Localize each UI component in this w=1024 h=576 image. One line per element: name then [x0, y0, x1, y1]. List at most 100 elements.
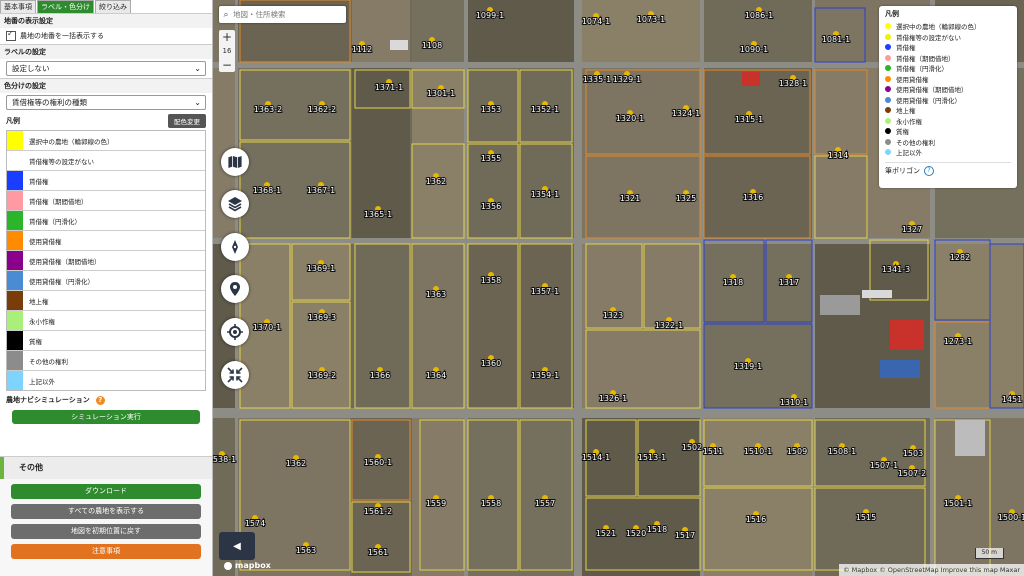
- map-attribution[interactable]: © Mapbox © OpenStreetMap Improve this ma…: [839, 564, 1024, 576]
- map-legend-label: 賃借権等の設定がない: [896, 33, 961, 42]
- field-block: [704, 244, 812, 408]
- show-all-checkbox[interactable]: [6, 29, 16, 41]
- parcel-label: 1341-3: [882, 265, 910, 274]
- legend-row: 使用貸借権（円滑化）: [7, 271, 205, 291]
- fit-bounds-button[interactable]: [221, 361, 249, 389]
- legend-row: 賃借権等の設定がない: [7, 151, 205, 171]
- help-icon[interactable]: ?: [95, 395, 105, 405]
- parcel-label: 1358: [481, 276, 501, 285]
- simulation-header: 農地ナビシミュレーション ?: [0, 391, 212, 407]
- parcel-label: 1502: [682, 443, 702, 452]
- parcel-label: 1362: [426, 177, 446, 186]
- mapbox-logo: mapbox: [224, 561, 271, 570]
- legend-label: 選択中の農地（輪郭線の色）: [29, 137, 114, 146]
- parcel-label: 1370-1: [253, 323, 281, 332]
- tab-label-color[interactable]: ラベル・色分け: [37, 0, 94, 13]
- map-legend-dot: [885, 86, 891, 93]
- map-legend-item: その他の権利: [879, 137, 1017, 148]
- parcel-label: 1073-1: [637, 15, 665, 24]
- parcel-label: 1354-1: [531, 190, 559, 199]
- download-button[interactable]: ダウンロード: [11, 484, 201, 499]
- legend-row: 使用貸借権（期間借地）: [7, 251, 205, 271]
- change-colors-button[interactable]: 配色変更: [168, 114, 206, 128]
- label-setting-select[interactable]: 設定しない ⌄: [6, 61, 206, 76]
- map-search-box[interactable]: ⌕ 地図・住所検索: [219, 6, 346, 23]
- parcel-label: 1352-1: [531, 105, 559, 114]
- legend-swatch: [7, 311, 23, 330]
- reset-map-button[interactable]: 地図を初期位置に戻す: [11, 524, 201, 539]
- field-block: [412, 244, 464, 408]
- parcel-label: 1356: [481, 202, 501, 211]
- parcel-label: 1328-1: [779, 79, 807, 88]
- mapbox-logo-icon: [224, 561, 232, 570]
- collapse-panel-button[interactable]: ◀: [219, 532, 255, 560]
- road: [464, 0, 468, 576]
- parcel-label: 1561-2: [364, 507, 392, 516]
- run-simulation-button[interactable]: シミュレーション実行: [12, 410, 200, 424]
- others-section: その他 ダウンロード すべての農地を表示する 地図を初期位置に戻す 注意事項: [0, 456, 212, 576]
- parcel-label: 1322-1: [655, 321, 683, 330]
- map-legend-dot: [885, 96, 891, 103]
- map-legend-title: 凡例: [885, 10, 899, 18]
- layers-button[interactable]: [221, 190, 249, 218]
- map-legend-item: 使用貸借権: [879, 74, 1017, 85]
- parcel-label: 1559: [426, 499, 446, 508]
- legend-swatch: [7, 171, 23, 190]
- parcel-label: 1099-1: [476, 11, 504, 20]
- polygon-toggle[interactable]: 筆ポリゴン ?: [879, 165, 1017, 176]
- parcel-label: 1081-1: [822, 35, 850, 44]
- map-legend-label: 賃借権（期間借地）: [896, 54, 955, 63]
- field-block: [468, 68, 574, 238]
- road: [574, 0, 582, 576]
- parcel-label: 1369-1: [307, 264, 335, 273]
- help-icon[interactable]: ?: [924, 165, 934, 176]
- chevron-down-icon: ⌄: [194, 98, 201, 107]
- parcel-label: 1521: [596, 529, 616, 538]
- current-location-button[interactable]: [221, 318, 249, 346]
- map-legend-item: 上記以外: [879, 147, 1017, 158]
- parcel-label: 1515: [856, 513, 876, 522]
- parcel-label: 1324-1: [672, 109, 700, 118]
- map-legend-item: 選択中の農地（輪郭線の色）: [879, 21, 1017, 32]
- parcel-label: 1508-1: [828, 447, 856, 456]
- field-block: [468, 0, 574, 62]
- legend-swatch: [7, 251, 23, 270]
- parcel-label: 1517: [675, 531, 695, 540]
- tab-filter[interactable]: 絞り込み: [95, 0, 131, 13]
- road: [700, 0, 704, 576]
- map-legend-item: 賃借権: [879, 42, 1017, 53]
- parcel-label: 1365-1: [364, 210, 392, 219]
- show-all-farmland-button[interactable]: すべての農地を表示する: [11, 504, 201, 519]
- map-legend-item: 賃借権（円滑化）: [879, 63, 1017, 74]
- legend-row: 永小作権: [7, 311, 205, 331]
- tab-basic[interactable]: 基本事項: [0, 0, 36, 13]
- map-legend-dot: [885, 128, 891, 135]
- map-legend-item: 使用貸借権（期間借地）: [879, 84, 1017, 95]
- compass-button[interactable]: [221, 233, 249, 261]
- scale-bar: 50 m: [974, 548, 1004, 559]
- color-setting-select[interactable]: 賃借権等の権利の種類 ⌄: [6, 95, 206, 110]
- building: [955, 420, 985, 456]
- legend-row: 質権: [7, 331, 205, 351]
- legend-title: 凡例: [6, 117, 20, 125]
- location-pin-button[interactable]: [221, 275, 249, 303]
- map-legend-dot: [885, 44, 891, 51]
- zoom-in-button[interactable]: +: [219, 30, 235, 44]
- map-legend-label: 選択中の農地（輪郭線の色）: [896, 23, 981, 32]
- parcel-label: 1360: [481, 359, 501, 368]
- map-legend-label: 使用貸借権: [896, 75, 929, 84]
- divider: [885, 161, 1011, 163]
- parcel-label: 1335-1: [583, 75, 611, 84]
- notes-button[interactable]: 注意事項: [11, 544, 201, 559]
- search-placeholder: 地図・住所検索: [233, 10, 286, 19]
- polygon-label: 筆ポリゴン: [885, 166, 920, 175]
- show-all-row[interactable]: 農地の地番を一括表示する: [0, 28, 212, 44]
- map-style-button[interactable]: [221, 148, 249, 176]
- field-block: [238, 68, 350, 238]
- parcel-label: 1314: [828, 151, 848, 160]
- zoom-out-button[interactable]: −: [219, 58, 235, 72]
- legend-swatch: [7, 151, 23, 170]
- parcel-label: 1323: [603, 311, 623, 320]
- map-legend-label: 上記以外: [896, 149, 922, 158]
- legend-row: 選択中の農地（輪郭線の色）: [7, 131, 205, 151]
